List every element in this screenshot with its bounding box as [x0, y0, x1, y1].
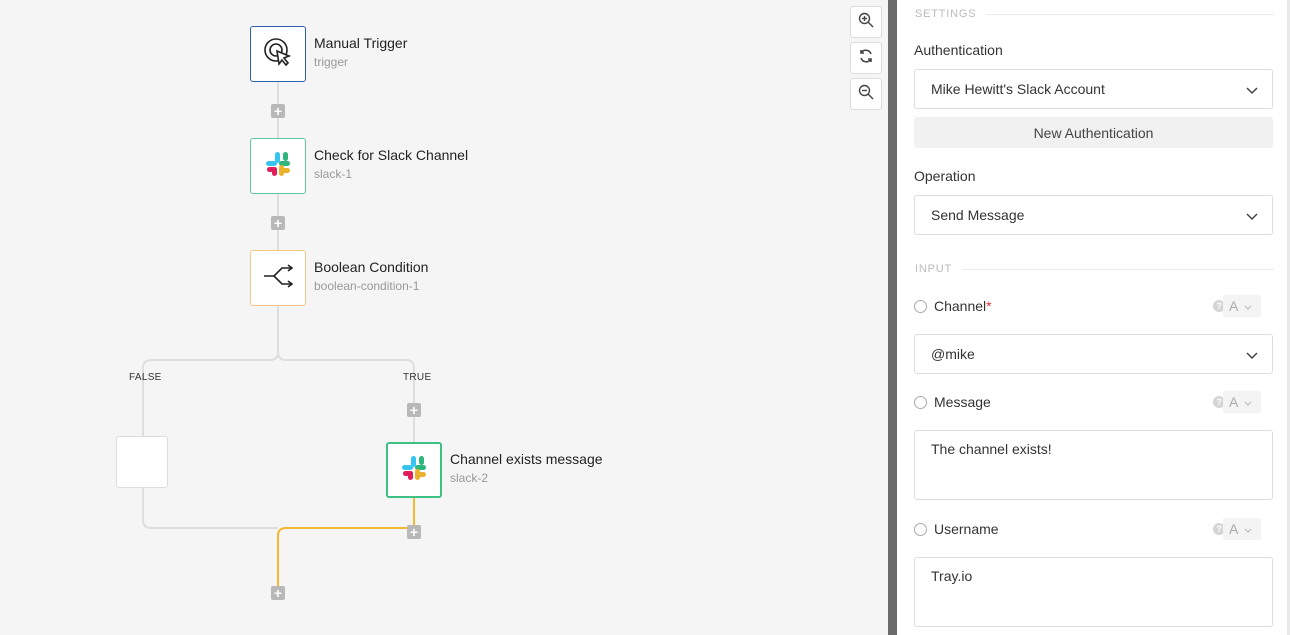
type-selector[interactable]: A	[1223, 518, 1261, 540]
settings-section-title: SETTINGS	[915, 8, 977, 20]
branch-icon	[262, 263, 294, 293]
input-section-title: INPUT	[915, 263, 952, 275]
channel-value: @mike	[931, 346, 975, 362]
refresh-icon	[858, 48, 874, 69]
chevron-down-icon	[1246, 83, 1258, 99]
input-section-header: INPUT	[915, 263, 1274, 275]
username-field-row: Username ? A	[914, 518, 1273, 540]
text-type-icon: A	[1229, 394, 1239, 410]
username-label: Username	[934, 521, 999, 537]
add-step-button[interactable]: +	[271, 216, 285, 230]
chevron-down-icon	[1246, 348, 1258, 364]
required-marker: *	[986, 298, 992, 314]
settings-section-header: SETTINGS	[915, 8, 1274, 20]
username-input[interactable]: Tray.io	[914, 557, 1273, 627]
message-label: Message	[934, 394, 991, 410]
type-selector[interactable]: A	[1223, 391, 1261, 413]
message-input[interactable]: The channel exists!	[914, 430, 1273, 500]
chevron-down-icon	[1246, 209, 1258, 225]
node-title: Manual Trigger	[314, 35, 408, 51]
type-selector[interactable]: A	[1223, 295, 1261, 317]
cursor-click-icon	[263, 37, 293, 72]
operation-label: Operation	[914, 168, 976, 184]
node-boolean-condition-label: Boolean Condition boolean-condition-1	[314, 259, 428, 293]
node-manual-trigger-label: Manual Trigger trigger	[314, 35, 407, 69]
new-authentication-button[interactable]: New Authentication	[914, 117, 1273, 148]
message-field-row: Message ? A	[914, 391, 1273, 413]
text-type-icon: A	[1229, 298, 1239, 314]
operation-select[interactable]: Send Message	[914, 195, 1273, 235]
zoom-out-button[interactable]	[850, 78, 882, 110]
message-radio[interactable]	[914, 395, 927, 409]
chevron-down-icon	[1244, 298, 1252, 314]
slack-icon	[264, 150, 292, 183]
node-title: Check for Slack Channel	[314, 147, 469, 163]
authentication-label: Authentication	[914, 42, 1003, 58]
section-divider	[986, 13, 1274, 15]
zoom-in-icon	[858, 12, 874, 33]
channel-select[interactable]: @mike	[914, 334, 1273, 374]
node-subtitle: slack-1	[314, 167, 353, 181]
operation-value: Send Message	[931, 207, 1025, 223]
connector-true-branch	[277, 351, 415, 442]
authentication-select[interactable]: Mike Hewitt's Slack Account	[914, 69, 1273, 109]
channel-radio[interactable]	[914, 299, 927, 313]
panel-resize-handle[interactable]	[888, 0, 897, 635]
section-divider	[962, 268, 1274, 270]
reset-view-button[interactable]	[850, 42, 882, 74]
node-title: Channel exists message	[450, 451, 603, 467]
node-boolean-condition[interactable]	[250, 250, 306, 306]
add-step-button[interactable]: +	[407, 525, 421, 539]
channel-label: Channel*	[934, 298, 992, 314]
properties-panel: SETTINGS Authentication Mike Hewitt's Sl…	[897, 0, 1290, 635]
workflow-canvas[interactable]: Manual Trigger trigger + Check for Slack…	[0, 0, 888, 635]
connector-false-branch	[142, 306, 279, 436]
chevron-down-icon	[1244, 394, 1252, 410]
node-subtitle: boolean-condition-1	[314, 279, 420, 293]
node-channel-exists-message[interactable]	[386, 442, 442, 498]
channel-field-row: Channel* ? A	[914, 295, 1273, 317]
workflow-connectors	[142, 82, 415, 592]
node-check-slack-channel[interactable]	[250, 138, 306, 194]
node-check-slack-channel-label: Check for Slack Channel slack-1	[314, 147, 468, 181]
connector-active-path	[277, 498, 415, 592]
connector-false-merge	[142, 488, 278, 529]
node-subtitle: trigger	[314, 55, 349, 69]
node-channel-exists-message-label: Channel exists message slack-2	[450, 451, 603, 485]
node-manual-trigger[interactable]	[250, 26, 306, 82]
add-step-button[interactable]: +	[271, 586, 285, 600]
authentication-value: Mike Hewitt's Slack Account	[931, 81, 1105, 97]
username-radio[interactable]	[914, 522, 927, 536]
zoom-out-icon	[858, 84, 874, 105]
channel-label-text: Channel	[934, 298, 987, 314]
empty-branch-placeholder[interactable]	[116, 436, 168, 488]
text-type-icon: A	[1229, 521, 1239, 537]
add-step-button[interactable]: +	[407, 403, 421, 417]
chevron-down-icon	[1244, 521, 1252, 537]
true-branch-label: TRUE	[403, 372, 432, 383]
node-subtitle: slack-2	[450, 471, 489, 485]
add-step-button[interactable]: +	[271, 104, 285, 118]
node-title: Boolean Condition	[314, 259, 429, 275]
slack-icon	[400, 454, 428, 487]
false-branch-label: FALSE	[129, 372, 162, 383]
zoom-in-button[interactable]	[850, 6, 882, 38]
